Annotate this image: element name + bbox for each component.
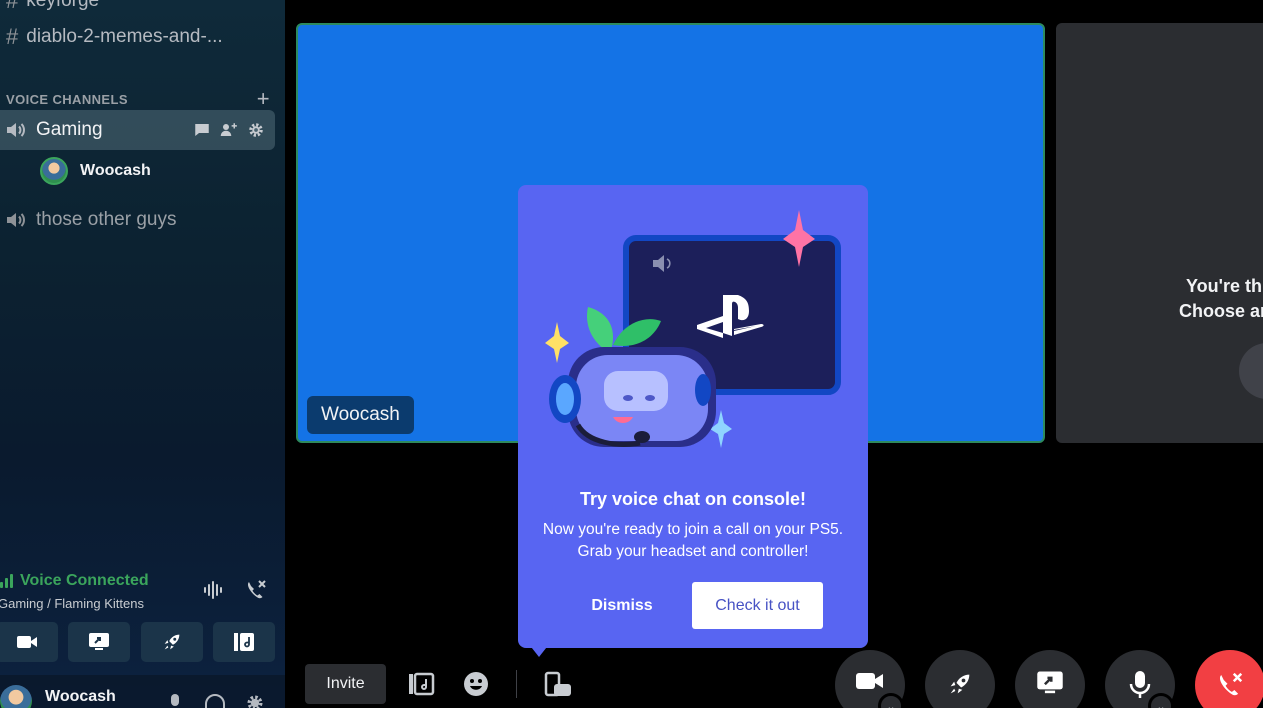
user-avatar[interactable] — [0, 685, 32, 708]
controls-divider — [516, 670, 517, 698]
console-illustration — [545, 210, 841, 448]
avatar — [40, 157, 68, 185]
empty-tile-text: Choose ar — [1179, 301, 1263, 321]
channel-label: diablo-2-memes-and-... — [26, 26, 223, 47]
screen-share-button[interactable] — [68, 622, 130, 662]
rocket-icon — [950, 674, 970, 694]
gear-icon[interactable] — [247, 121, 265, 139]
headphones-icon[interactable] — [204, 693, 226, 708]
voice-member-woocash[interactable]: Woocash — [40, 157, 151, 185]
soundboard-button[interactable] — [213, 622, 275, 662]
voice-channel-label: those other guys — [36, 209, 177, 230]
call-stage: Woocash You're th Choose ar Try voice ch… — [285, 0, 1263, 708]
popup-pointer — [528, 643, 550, 657]
speaker-icon — [7, 213, 25, 227]
voice-channel-label: Gaming — [36, 119, 103, 140]
hash-icon: # — [6, 24, 19, 49]
disconnect-button[interactable] — [1195, 650, 1263, 708]
screen-share-button[interactable] — [1015, 650, 1085, 708]
console-icon[interactable] — [543, 670, 573, 700]
voice-location[interactable]: Gaming / Flaming Kittens — [0, 596, 144, 611]
camera-icon — [856, 673, 883, 689]
participant-name-tag: Woocash — [307, 396, 414, 434]
channel-sidebar: # keyforge # diablo-2-memes-and-... VOIC… — [0, 0, 285, 708]
user-name[interactable]: Woocash — [45, 688, 116, 706]
empty-tile: You're th Choose ar — [1056, 23, 1263, 443]
microphone-icon — [1129, 671, 1151, 698]
invite-member-icon[interactable] — [219, 121, 239, 139]
camera-button[interactable] — [0, 622, 58, 662]
member-name: Woocash — [80, 162, 151, 179]
soundboard-icon — [234, 633, 254, 651]
screen-share-icon — [1037, 671, 1063, 694]
voice-channels-header[interactable]: VOICE CHANNELS + — [6, 86, 276, 112]
voice-channels-label: VOICE CHANNELS — [6, 91, 128, 107]
noise-suppression-icon[interactable] — [202, 580, 226, 600]
voice-status[interactable]: Voice Connected — [20, 572, 149, 590]
console-voice-popup: Try voice chat on console! Now you're re… — [518, 185, 868, 657]
disconnect-icon[interactable] — [244, 578, 268, 602]
activities-button[interactable] — [141, 622, 203, 662]
voice-channel-gaming[interactable]: Gaming — [0, 110, 275, 150]
popup-title: Try voice chat on console! — [579, 489, 807, 509]
speaker-icon — [7, 123, 25, 137]
rocket-icon — [164, 634, 180, 650]
signal-icon[interactable] — [0, 574, 13, 588]
channel-keyforge[interactable]: # keyforge — [0, 0, 99, 14]
user-panel: Woocash — [0, 675, 285, 708]
popup-description: Now you're ready to join a call on your … — [542, 521, 844, 560]
emoji-icon[interactable] — [462, 670, 490, 698]
voice-action-row — [0, 622, 285, 662]
invite-button[interactable]: Invite — [305, 664, 386, 704]
gear-icon[interactable] — [244, 693, 266, 708]
app-window: # keyforge # diablo-2-memes-and-... VOIC… — [0, 0, 1263, 708]
hash-icon: # — [6, 0, 19, 13]
disconnect-icon — [1219, 672, 1243, 696]
screen-share-icon — [89, 633, 109, 650]
chat-icon[interactable] — [193, 121, 211, 139]
activities-button[interactable] — [925, 650, 995, 708]
channel-diablo-memes[interactable]: # diablo-2-memes-and-... — [0, 24, 223, 50]
empty-tile-button[interactable] — [1239, 343, 1263, 399]
channel-label: keyforge — [26, 0, 100, 11]
soundboard-icon[interactable] — [407, 670, 435, 698]
empty-tile-text: You're th — [1186, 276, 1262, 296]
camera-icon — [17, 636, 37, 648]
check-it-out-button[interactable]: Check it out — [692, 582, 823, 629]
voice-channel-other[interactable]: those other guys — [0, 208, 176, 232]
voice-connected-panel: Voice Connected Gaming / Flaming Kittens — [0, 568, 285, 618]
microphone-icon[interactable] — [166, 693, 184, 708]
add-channel-icon[interactable]: + — [257, 86, 270, 112]
dismiss-button[interactable]: Dismiss — [580, 583, 664, 629]
